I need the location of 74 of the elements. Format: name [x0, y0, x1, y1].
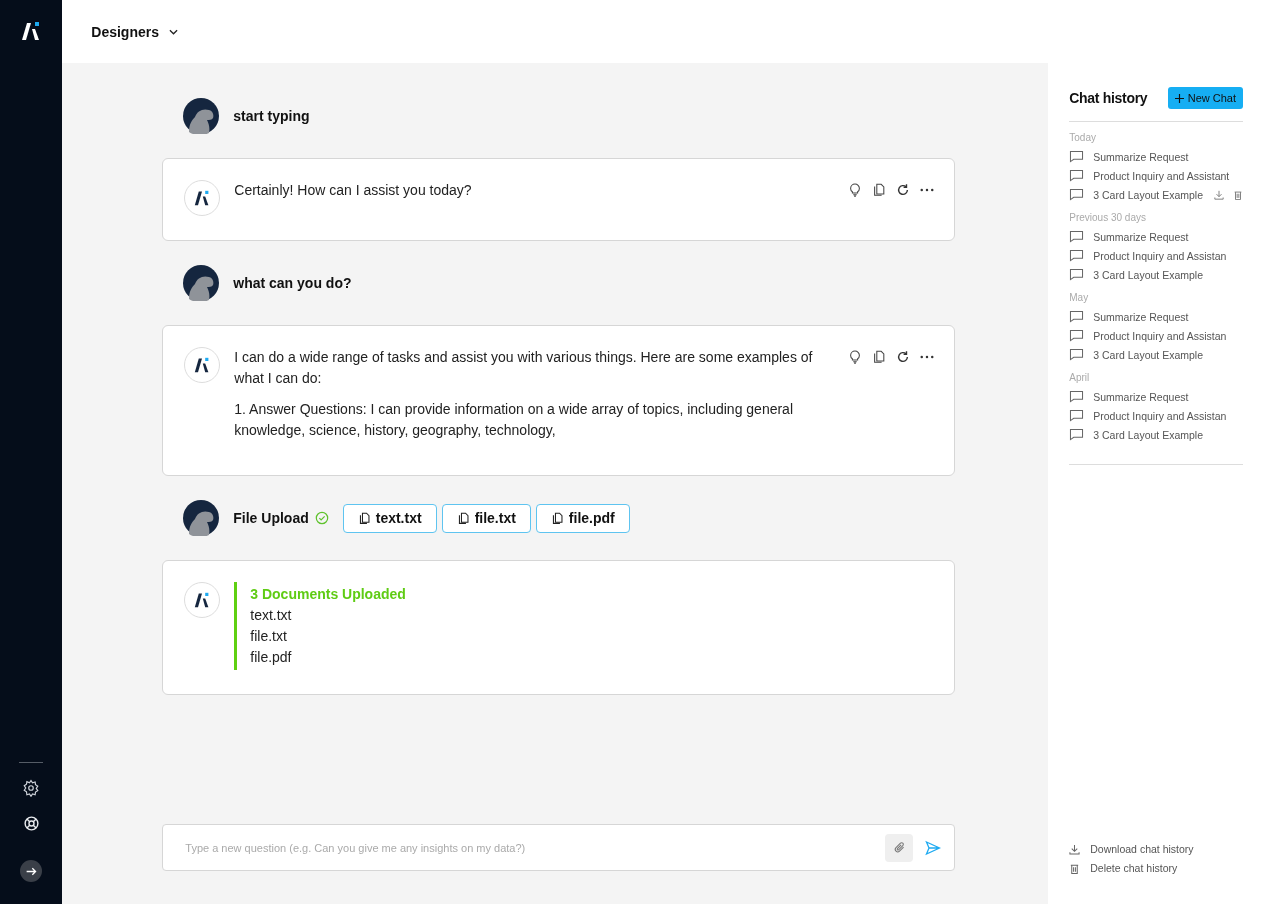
history-item[interactable]: Product Inquiry and Assistan — [1069, 406, 1243, 425]
chat-bubble-icon — [1069, 268, 1085, 281]
logo-icon[interactable] — [21, 20, 42, 42]
trash-icon — [1069, 862, 1081, 874]
history-item[interactable]: Product Inquiry and Assistan — [1069, 246, 1243, 265]
document-name: text.txt — [250, 606, 293, 625]
chat-bubble-icon — [1069, 230, 1085, 243]
more-icon[interactable] — [920, 188, 935, 192]
refresh-icon[interactable] — [896, 350, 911, 364]
history-item[interactable]: 3 Card Layout Example — [1069, 425, 1243, 444]
user-message: File Upload — [233, 510, 309, 526]
history-item[interactable]: 3 Card Layout Example — [1069, 185, 1243, 204]
settings-icon[interactable] — [22, 779, 41, 797]
history-item[interactable]: Summarize Request — [1069, 307, 1243, 326]
documents-title: 3 Documents Uploaded — [250, 585, 406, 604]
chevron-down-icon — [168, 28, 178, 35]
send-icon[interactable] — [925, 839, 942, 856]
chat-bubble-icon — [1069, 329, 1085, 342]
chat-bubble-icon — [1069, 428, 1085, 441]
lightbulb-icon[interactable] — [848, 183, 863, 197]
question-field[interactable]: Type a new question (e.g. Can you give me any insights on my data?) — [162, 824, 956, 871]
history-item[interactable]: Product Inquiry and Assistant — [1069, 166, 1243, 185]
file-chip[interactable]: file.pdf — [535, 503, 630, 533]
avatar-icon — [183, 265, 220, 301]
history-item[interactable]: 3 Card Layout Example — [1069, 345, 1243, 364]
file-chip[interactable]: file.txt — [441, 503, 531, 533]
paperclip-icon — [892, 841, 906, 854]
history-item[interactable]: 3 Card Layout Example — [1069, 265, 1243, 284]
history-action-link[interactable]: Delete chat history — [1069, 862, 1243, 874]
chat-bubble-icon — [1069, 169, 1085, 182]
lightbulb-icon[interactable] — [848, 350, 863, 364]
workspace-dropdown[interactable]: Designers — [91, 23, 178, 40]
chat-bubble-icon — [1069, 348, 1085, 361]
panel-title: Chat history — [1069, 90, 1148, 106]
avatar-icon — [183, 500, 220, 536]
group-label: Today — [1069, 132, 1097, 143]
expand-button[interactable] — [20, 860, 43, 882]
assistant-paragraph: Certainly! How can I assist you today? — [234, 181, 473, 200]
group-label: April — [1069, 372, 1091, 383]
copy-file-icon — [456, 511, 470, 525]
document-name: file.pdf — [250, 648, 293, 667]
refresh-icon[interactable] — [896, 183, 911, 197]
chat-bubble-icon — [1069, 390, 1085, 403]
copy-icon[interactable] — [872, 183, 887, 197]
question-input[interactable]: Type a new question (e.g. Can you give me any insights on my data?) — [183, 840, 874, 855]
assistant-paragraph: I can do a wide range of tasks and assist you with various things. Here are some examples of what I can do: — [234, 348, 814, 388]
user-message: start typing — [233, 108, 310, 124]
avatar-icon — [183, 98, 220, 134]
history-item[interactable]: Summarize Request — [1069, 147, 1243, 166]
file-chip[interactable]: text.txt — [342, 503, 437, 533]
copy-file-icon — [550, 511, 564, 525]
history-action-link[interactable]: Download chat history — [1069, 843, 1243, 855]
group-label: May — [1069, 292, 1090, 303]
more-icon[interactable] — [920, 355, 935, 359]
download-icon — [1069, 843, 1081, 855]
copy-file-icon — [357, 511, 371, 525]
chat-bubble-icon — [1069, 249, 1085, 262]
trash-icon[interactable] — [1233, 189, 1243, 200]
group-label: Previous 30 days — [1069, 212, 1147, 223]
document-name: file.txt — [250, 627, 288, 646]
new-chat-button[interactable]: New Chat — [1167, 87, 1243, 109]
attach-button[interactable] — [885, 833, 914, 862]
plus-icon — [1174, 93, 1184, 103]
history-item[interactable]: Summarize Request — [1069, 227, 1243, 246]
history-item[interactable]: Product Inquiry and Assistan — [1069, 326, 1243, 345]
chat-bubble-icon — [1069, 409, 1085, 422]
chat-bubble-icon — [1069, 150, 1085, 163]
history-item[interactable]: Summarize Request — [1069, 387, 1243, 406]
copy-icon[interactable] — [872, 350, 887, 364]
chat-bubble-icon — [1069, 310, 1085, 323]
assistant-paragraph: 1. Answer Questions: I can provide information on a wide array of topics, including general knowledge, science, history, geography, technology, — [234, 400, 794, 440]
lifebuoy-icon[interactable] — [22, 815, 40, 832]
user-message: what can you do? — [233, 275, 352, 291]
chat-bubble-icon — [1069, 188, 1085, 201]
